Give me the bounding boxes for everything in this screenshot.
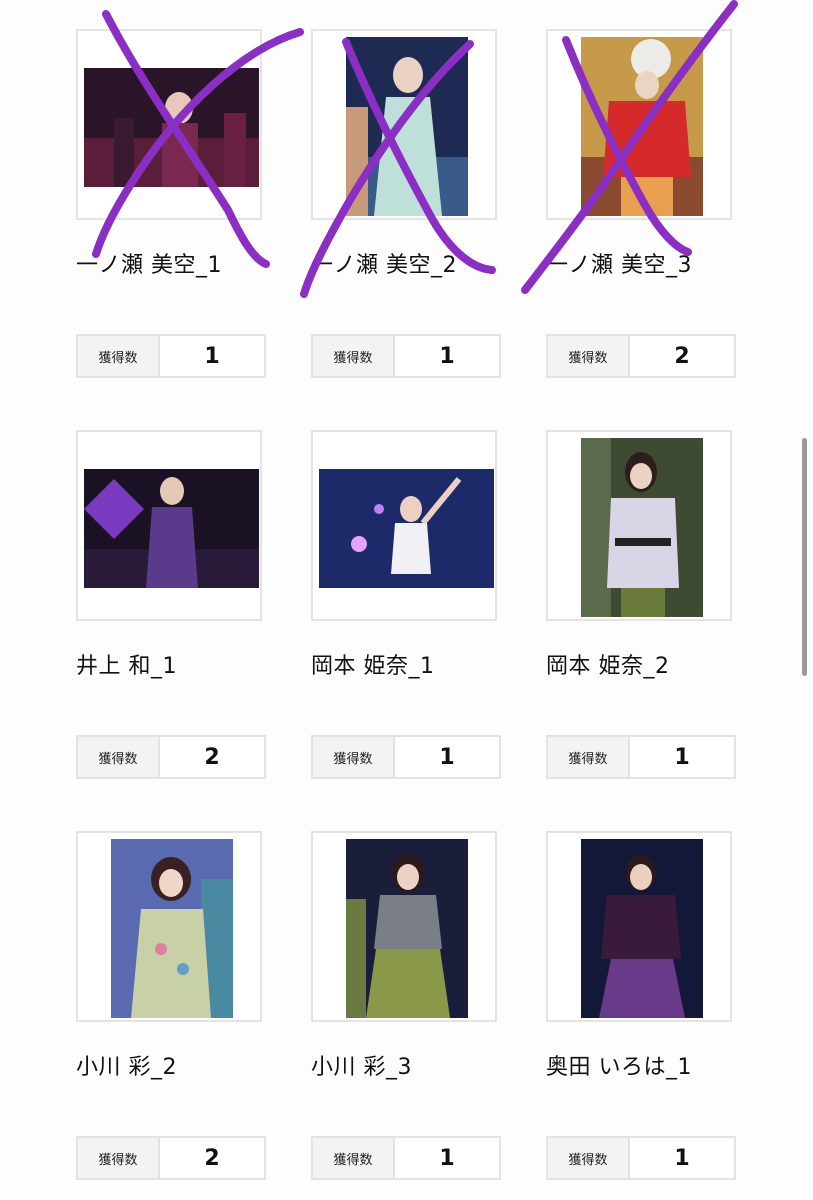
count-label: 獲得数	[548, 1138, 630, 1178]
count-box: 獲得数 2	[546, 334, 736, 378]
count-label: 獲得数	[313, 1138, 395, 1178]
card-name: 小川 彩_2	[76, 1055, 177, 1080]
member-photo	[581, 438, 703, 617]
count-box: 獲得数 1	[546, 735, 736, 779]
count-value: 2	[674, 343, 690, 369]
member-photo	[581, 37, 703, 216]
count-label: 獲得数	[313, 336, 395, 376]
count-value: 1	[674, 744, 690, 770]
member-photo	[346, 37, 468, 216]
card-name: 岡本 姫奈_2	[546, 654, 670, 679]
count-value: 2	[204, 1145, 220, 1171]
photo-frame[interactable]	[76, 430, 262, 621]
photo-frame[interactable]	[76, 831, 262, 1022]
photo-frame[interactable]	[76, 29, 262, 220]
count-box: 獲得数 1	[311, 334, 501, 378]
count-label: 獲得数	[78, 1138, 160, 1178]
count-value: 1	[204, 343, 220, 369]
photo-frame[interactable]	[311, 430, 497, 621]
card-name: 一ノ瀬 美空_1	[76, 253, 222, 278]
count-box: 獲得数 1	[76, 334, 266, 378]
count-box: 獲得数 1	[311, 1136, 501, 1180]
count-value: 1	[439, 744, 455, 770]
scrollbar[interactable]	[802, 438, 807, 676]
photo-collection-page: 一ノ瀬 美空_1 獲得数 1 一ノ瀬 美空_2 獲得数 1 一ノ瀬 美空_3 獲…	[0, 0, 813, 1200]
count-label: 獲得数	[548, 737, 630, 777]
count-label: 獲得数	[78, 336, 160, 376]
member-photo	[319, 469, 494, 588]
count-value: 1	[439, 1145, 455, 1171]
count-box: 獲得数 1	[546, 1136, 736, 1180]
card-name: 井上 和_1	[76, 654, 177, 679]
card-name: 一ノ瀬 美空_3	[546, 253, 692, 278]
count-label: 獲得数	[548, 336, 630, 376]
photo-frame[interactable]	[546, 430, 732, 621]
photo-frame[interactable]	[546, 831, 732, 1022]
card-name: 奥田 いろは_1	[546, 1055, 692, 1080]
card-name: 岡本 姫奈_1	[311, 654, 435, 679]
member-photo	[346, 839, 468, 1018]
count-label: 獲得数	[313, 737, 395, 777]
count-value: 1	[674, 1145, 690, 1171]
card-name: 一ノ瀬 美空_2	[311, 253, 457, 278]
member-photo	[581, 839, 703, 1018]
card-name: 小川 彩_3	[311, 1055, 412, 1080]
member-photo	[84, 68, 259, 187]
member-photo	[111, 839, 233, 1018]
count-value: 2	[204, 744, 220, 770]
photo-frame[interactable]	[311, 831, 497, 1022]
count-box: 獲得数 1	[311, 735, 501, 779]
count-box: 獲得数 2	[76, 735, 266, 779]
member-photo	[84, 469, 259, 588]
count-box: 獲得数 2	[76, 1136, 266, 1180]
photo-frame[interactable]	[311, 29, 497, 220]
count-value: 1	[439, 343, 455, 369]
count-label: 獲得数	[78, 737, 160, 777]
photo-frame[interactable]	[546, 29, 732, 220]
